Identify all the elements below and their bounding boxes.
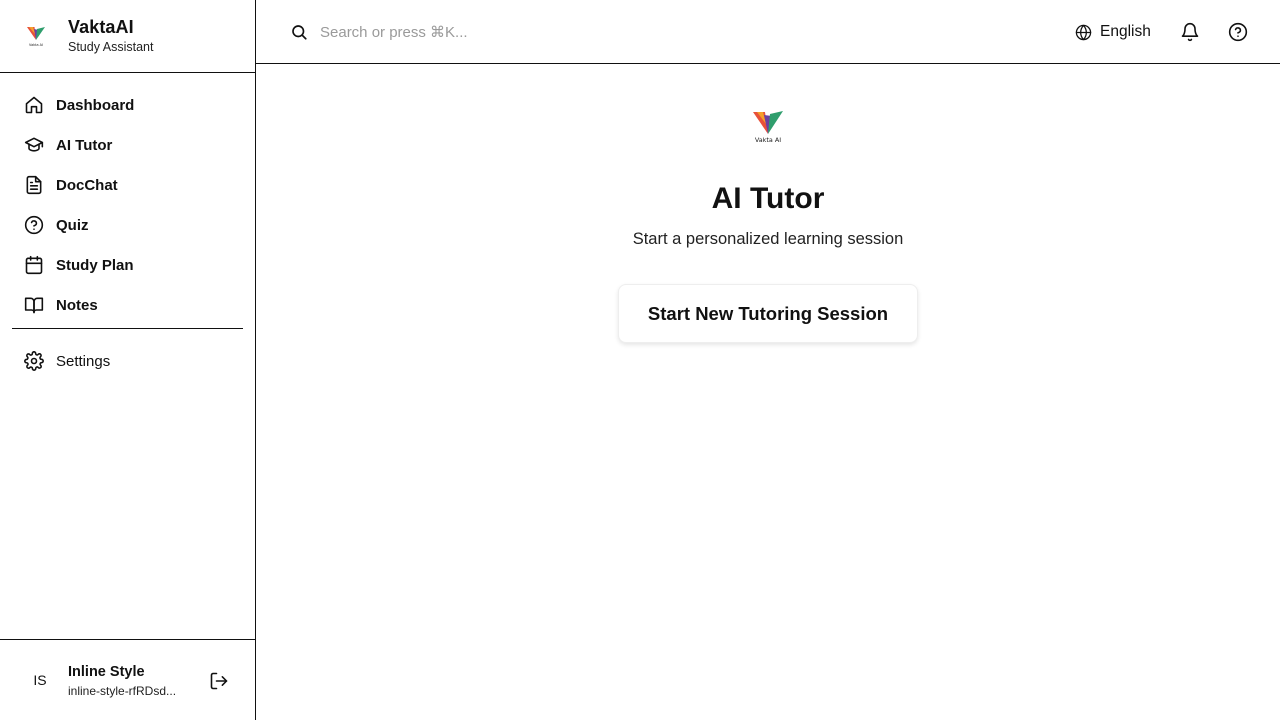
brand-name: VaktaAI — [68, 17, 134, 37]
vakta-ai-logo: Vakta AI — [753, 111, 783, 144]
start-tutoring-session-button[interactable]: Start New Tutoring Session — [618, 284, 918, 343]
sidebar-item-label: Notes — [56, 296, 98, 314]
gear-icon — [24, 351, 44, 371]
top-bar: English — [256, 0, 1280, 64]
document-icon — [24, 175, 44, 195]
sidebar-item-study-plan[interactable]: Study Plan — [12, 245, 243, 285]
home-icon — [24, 95, 44, 115]
sidebar-item-settings[interactable]: Settings — [12, 341, 243, 381]
sidebar-item-ai-tutor[interactable]: AI Tutor — [12, 125, 243, 165]
sidebar-item-label: Study Plan — [56, 256, 134, 274]
sidebar-item-label: AI Tutor — [56, 136, 113, 154]
sidebar-item-notes[interactable]: Notes — [12, 285, 243, 325]
globe-icon — [1075, 24, 1092, 40]
sidebar-item-dashboard[interactable]: Dashboard — [12, 85, 243, 125]
user-name: Inline Style — [68, 664, 145, 680]
brand-header: Vakta AI VaktaAI Study Assistant — [0, 0, 255, 73]
sidebar-nav: Dashboard AI Tutor DocChat Quiz Study Pl… — [12, 85, 243, 381]
user-panel: IS Inline Style inline-style-rfRDsd... — [0, 639, 255, 720]
sidebar-item-label: Dashboard — [56, 96, 135, 114]
book-open-icon — [24, 295, 44, 315]
brand-logo: Vakta AI — [27, 27, 45, 47]
sidebar-item-docchat[interactable]: DocChat — [12, 165, 243, 205]
search-icon — [292, 25, 307, 40]
language-label: English — [1100, 23, 1151, 40]
brand-subtitle: Study Assistant — [68, 40, 154, 54]
page-title: AI Tutor — [711, 182, 825, 215]
sidebar-item-label: Settings — [56, 352, 111, 370]
sidebar-divider — [12, 328, 243, 329]
page-subtitle: Start a personalized learning session — [632, 230, 904, 248]
sidebar-item-label: DocChat — [56, 176, 118, 194]
calendar-icon — [24, 255, 44, 275]
bell-icon[interactable] — [1180, 22, 1200, 42]
search-input[interactable] — [320, 18, 820, 46]
user-email: inline-style-rfRDsd... — [68, 684, 177, 698]
brand-logo-text: Vakta AI — [29, 43, 43, 47]
vakta-ai-logo-text: Vakta AI — [755, 136, 781, 144]
question-circle-icon — [24, 215, 44, 235]
logout-icon[interactable] — [209, 671, 229, 691]
avatar[interactable]: IS — [24, 662, 56, 698]
sidebar-item-label: Quiz — [56, 216, 89, 234]
graduation-cap-icon — [24, 135, 44, 155]
sidebar-item-quiz[interactable]: Quiz — [12, 205, 243, 245]
sidebar: Vakta AI VaktaAI Study Assistant Dashboa… — [0, 0, 256, 720]
help-icon[interactable] — [1228, 22, 1248, 42]
main-content: Vakta AI AI Tutor Start a personalized l… — [256, 64, 1280, 720]
language-selector[interactable]: English — [1075, 20, 1151, 44]
app-root: Vakta AI VaktaAI Study Assistant Dashboa… — [0, 0, 1280, 720]
